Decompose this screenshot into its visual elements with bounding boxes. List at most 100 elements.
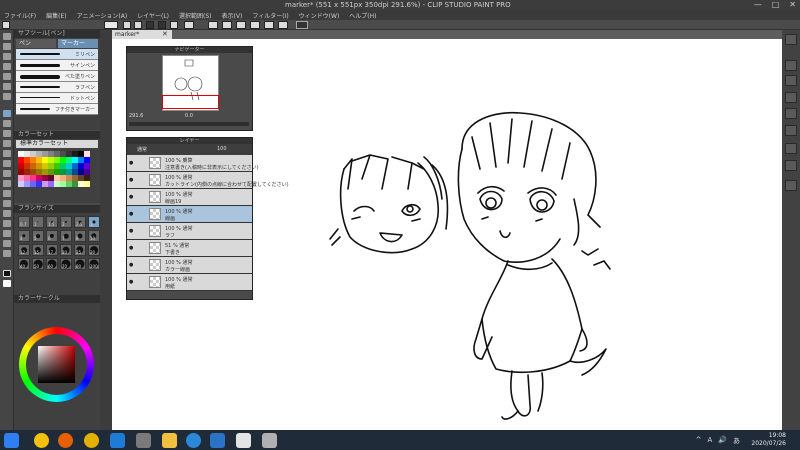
brush-size-item[interactable]: 100 <box>88 258 100 270</box>
brush-size-item[interactable]: 60 <box>46 258 58 270</box>
brush-size-item[interactable]: 7 <box>60 230 72 242</box>
brush-size-item[interactable]: 30 <box>88 244 100 256</box>
figure-tool-icon[interactable] <box>3 200 11 207</box>
sub-color-icon[interactable] <box>3 280 11 287</box>
clock[interactable]: 19:08 2020/07/26 <box>751 432 786 448</box>
balloon-tool-icon[interactable] <box>3 240 11 247</box>
history-icon[interactable] <box>785 143 797 154</box>
brush-size-item[interactable]: 40 <box>18 258 30 270</box>
tray-ime-icon[interactable]: A <box>707 436 712 446</box>
transform-icon[interactable] <box>184 21 194 29</box>
ruler-tool-icon[interactable] <box>3 220 11 227</box>
colorset-select[interactable]: 標準カラーセット <box>16 140 98 148</box>
panel-toggle-icon[interactable] <box>785 34 797 45</box>
chrome-icon[interactable] <box>34 433 49 448</box>
text-tool-icon[interactable] <box>3 230 11 237</box>
invert-selection-icon[interactable] <box>222 21 232 29</box>
correct-line-tool-icon[interactable] <box>3 250 11 257</box>
brush-size-item[interactable]: 17 <box>46 244 58 256</box>
layer-row[interactable]: ● 100 % 通常 用紙 <box>127 274 252 291</box>
visibility-eye-icon[interactable]: ● <box>129 211 135 217</box>
layer-row[interactable]: ● 100 % 通常 線画 <box>127 206 252 223</box>
brush-size-item[interactable]: 25 <box>74 244 86 256</box>
brush-size-item[interactable]: 12 <box>18 244 30 256</box>
brush-size-item[interactable]: 80 <box>74 258 86 270</box>
blend-tool-icon[interactable] <box>3 170 11 177</box>
menu-layer[interactable]: レイヤー(L) <box>137 11 169 20</box>
airbrush-tool-icon[interactable] <box>3 140 11 147</box>
brush-size-item[interactable]: 50 <box>32 258 44 270</box>
zoom-slider[interactable] <box>129 122 249 126</box>
norton-icon[interactable] <box>84 433 99 448</box>
edge-icon[interactable] <box>186 433 201 448</box>
brush-size-item[interactable]: 70 <box>60 258 72 270</box>
move-layer-tool-icon[interactable] <box>3 63 11 70</box>
operation-tool-icon[interactable] <box>3 53 11 60</box>
material-icon[interactable] <box>785 92 797 103</box>
minimize-button[interactable]: — <box>754 0 762 10</box>
redo-icon[interactable] <box>158 21 166 29</box>
fill-tool-icon[interactable] <box>3 180 11 187</box>
layer-property-icon[interactable] <box>785 60 797 71</box>
volume-icon[interactable]: 🔊 <box>718 436 727 446</box>
open-icon[interactable] <box>123 21 131 29</box>
new-icon[interactable] <box>104 21 118 29</box>
brush-size-item[interactable]: 5 <box>32 230 44 242</box>
pen-tool-icon[interactable] <box>3 110 11 117</box>
material-3-icon[interactable] <box>785 125 797 136</box>
menu-select[interactable]: 選択範囲(S) <box>179 11 212 20</box>
decoration-tool-icon[interactable] <box>3 150 11 157</box>
visibility-eye-icon[interactable]: ● <box>129 177 135 183</box>
move-tool-icon[interactable] <box>3 43 11 50</box>
tab-marker[interactable]: マーカー <box>58 39 98 48</box>
auto-select-tool-icon[interactable] <box>3 83 11 90</box>
brush-size-item[interactable]: 2 <box>60 216 72 228</box>
undo-icon[interactable] <box>146 21 154 29</box>
snap-special-icon[interactable] <box>278 21 288 29</box>
auto-action-icon[interactable] <box>785 160 797 171</box>
opacity-value[interactable]: 100 <box>217 146 227 152</box>
save-icon[interactable] <box>134 21 142 29</box>
visibility-eye-icon[interactable]: ● <box>129 262 135 268</box>
main-color-icon[interactable] <box>3 270 11 277</box>
color-swatch[interactable] <box>84 181 90 187</box>
eyedropper-tool-icon[interactable] <box>3 93 11 100</box>
tablet-icon[interactable] <box>262 433 277 448</box>
search-layer-icon[interactable] <box>785 75 797 86</box>
visibility-eye-icon[interactable]: ● <box>129 228 135 234</box>
tab-pen[interactable]: ペン <box>16 39 56 48</box>
menu-filter[interactable]: フィルター(I) <box>252 11 288 20</box>
layer-row[interactable]: ● 100 % 通常 カラー線画 <box>127 257 252 274</box>
layer-row[interactable]: ● 100 % 通常 カットライン(内側の点線に合わせて配置してください) <box>127 172 289 189</box>
hue-ring[interactable] <box>19 327 94 402</box>
clip-studio-paint-icon[interactable] <box>236 433 251 448</box>
frame-tool-icon[interactable] <box>3 210 11 217</box>
snap-grid-icon[interactable] <box>264 21 274 29</box>
app-icon[interactable] <box>136 433 151 448</box>
brush-size-item[interactable]: 1 <box>32 216 44 228</box>
brush-size-item[interactable]: 6 <box>46 230 58 242</box>
visibility-eye-icon[interactable]: ● <box>129 245 135 251</box>
clip-studio-icon[interactable] <box>2 21 10 29</box>
zoom-value[interactable]: 291.6 <box>129 113 143 119</box>
brush-size-item[interactable]: 8 <box>74 230 86 242</box>
ime-mode-icon[interactable]: あ <box>733 436 740 446</box>
close-tab-icon[interactable]: ✕ <box>162 30 171 39</box>
show-selection-icon[interactable] <box>236 21 246 29</box>
brush-size-item[interactable]: 15 <box>32 244 44 256</box>
close-button[interactable]: ✕ <box>789 0 796 10</box>
layer-row[interactable]: ● 100 % 乗算 注意書き(入稿時に非表示にしてください) <box>127 155 259 172</box>
brush-item[interactable]: べた塗りペン <box>16 71 98 82</box>
visibility-eye-icon[interactable]: ● <box>129 279 135 285</box>
menu-edit[interactable]: 編集(E) <box>46 11 66 20</box>
brush-item[interactable]: サインペン <box>16 60 98 71</box>
brush-tool-icon[interactable] <box>3 130 11 137</box>
menu-file[interactable]: ファイル(F) <box>4 11 36 20</box>
maximize-button[interactable]: □ <box>772 0 780 10</box>
snap-ruler-icon[interactable] <box>250 21 260 29</box>
material-2-icon[interactable] <box>785 108 797 119</box>
selection-tool-icon[interactable] <box>3 73 11 80</box>
help-icon[interactable] <box>296 21 308 29</box>
brush-size-item[interactable]: 10 <box>88 230 100 242</box>
pencil-tool-icon[interactable] <box>3 120 11 127</box>
